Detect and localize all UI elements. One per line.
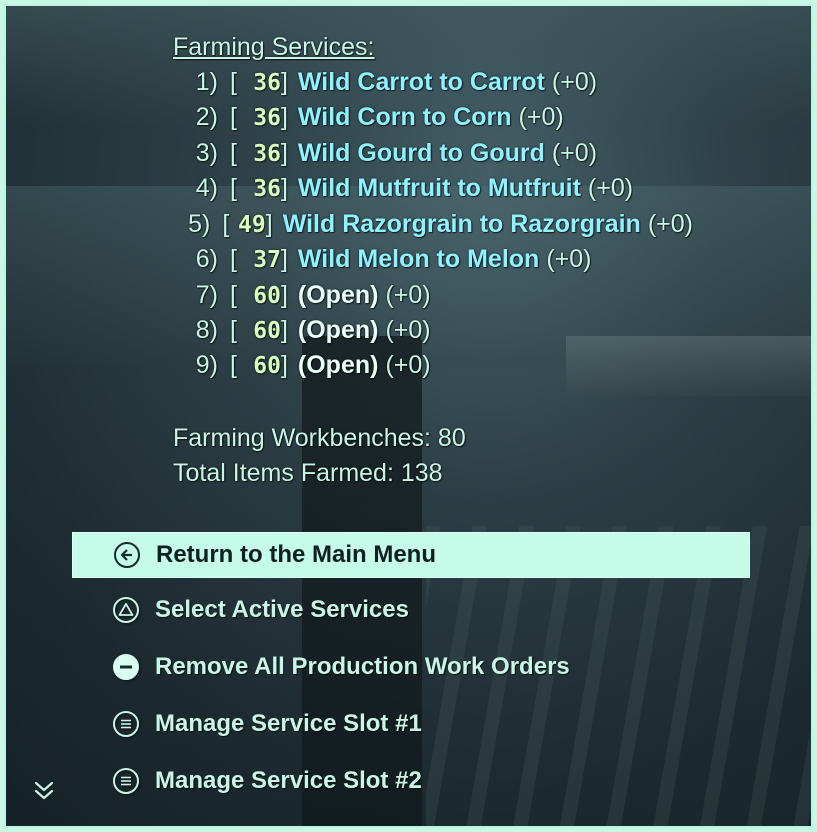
level-bracket-close: ]: [280, 139, 288, 167]
menu-item-label: Manage Service Slot #2: [155, 767, 422, 794]
list-icon: [113, 711, 139, 737]
service-open-slot: (Open): [297, 316, 379, 344]
select-active-services-button[interactable]: Select Active Services: [72, 588, 750, 634]
service-row: 2) [36] Wild Corn to Corn (+0): [173, 103, 693, 137]
service-row: 4) [36] Wild Mutfruit to Mutfruit (+0): [173, 174, 693, 208]
service-name: Wild Razorgrain to Razorgrain: [282, 210, 641, 238]
service-index: 3): [195, 139, 218, 167]
level-bracket-open: [: [230, 174, 237, 202]
level-bracket-open: [: [230, 139, 237, 167]
return-main-menu-button[interactable]: Return to the Main Menu: [72, 532, 750, 578]
manage-slot-1-button[interactable]: Manage Service Slot #1: [72, 702, 750, 748]
level-bracket-close: ]: [280, 68, 288, 96]
level-bracket-close: ]: [280, 245, 288, 273]
service-bonus: (+0): [551, 68, 598, 96]
dialog-frame: Farming Services: 1) [36] Wild Carrot to C…: [4, 4, 813, 828]
background-terminal: [302, 336, 422, 826]
service-level: 49: [238, 212, 266, 238]
level-bracket-open: [: [230, 316, 237, 344]
level-bracket-open: [: [230, 351, 237, 379]
level-bracket-open: [: [230, 103, 237, 131]
total-items-farmed: Total Items Farmed: 138: [173, 459, 443, 487]
level-bracket-close: ]: [265, 210, 273, 238]
service-index: 6): [195, 245, 218, 273]
service-bonus: (+0): [385, 316, 431, 344]
workbench-count: Farming Workbenches: 80: [173, 424, 466, 452]
service-level: 36: [253, 70, 281, 96]
service-level: 36: [253, 105, 281, 131]
service-bonus: (+0): [546, 245, 592, 273]
service-index: 9): [195, 351, 218, 379]
service-level: 60: [253, 353, 281, 379]
level-bracket-open: [: [222, 210, 230, 238]
service-index: 7): [195, 281, 218, 309]
service-bonus: (+0): [551, 139, 598, 167]
manage-slot-2-button[interactable]: Manage Service Slot #2: [72, 759, 750, 805]
service-bonus: (+0): [385, 351, 431, 379]
services-title: Farming Services:: [173, 33, 375, 61]
service-row: 7) [60] (Open) (+0): [173, 281, 693, 315]
service-open-slot: (Open): [297, 281, 379, 309]
service-bonus: (+0): [385, 281, 431, 309]
service-index: 2): [195, 103, 218, 131]
service-bonus: (+0): [587, 174, 634, 202]
service-name: Wild Corn to Corn: [297, 103, 512, 131]
service-name: Wild Carrot to Carrot: [297, 68, 545, 96]
level-bracket-close: ]: [280, 174, 288, 202]
service-bonus: (+0): [647, 210, 693, 238]
triangle-icon: [113, 597, 139, 623]
service-index: 8): [195, 316, 218, 344]
service-index: 4): [195, 174, 218, 202]
menu-item-label: Select Active Services: [155, 596, 409, 623]
service-level: 36: [253, 141, 281, 167]
minus-icon: [113, 654, 139, 680]
service-name: Wild Gourd to Gourd: [297, 139, 545, 167]
level-bracket-close: ]: [280, 351, 288, 379]
back-arrow-icon: [114, 542, 140, 568]
service-row: 6) [37] Wild Melon to Melon (+0): [173, 245, 693, 279]
service-index: 1): [195, 68, 218, 96]
service-row: 3) [36] Wild Gourd to Gourd (+0): [173, 139, 693, 173]
scroll-down-icon[interactable]: [33, 777, 55, 805]
menu-item-label: Return to the Main Menu: [156, 541, 436, 568]
service-row: 1) [36] Wild Carrot to Carrot (+0): [173, 68, 693, 102]
service-name: Wild Melon to Melon: [297, 245, 540, 273]
menu-item-label: Remove All Production Work Orders: [155, 653, 570, 680]
service-level: 60: [253, 318, 281, 344]
remove-work-orders-button[interactable]: Remove All Production Work Orders: [72, 645, 750, 691]
service-level: 37: [253, 247, 281, 273]
level-bracket-close: ]: [280, 103, 288, 131]
menu-item-label: Manage Service Slot #1: [155, 710, 422, 737]
service-bonus: (+0): [518, 103, 564, 131]
list-icon: [113, 768, 139, 794]
service-name: Wild Mutfruit to Mutfruit: [297, 174, 581, 202]
service-row: 9) [60] (Open) (+0): [173, 351, 693, 385]
service-level: 36: [253, 176, 281, 202]
level-bracket-close: ]: [280, 316, 288, 344]
service-index: 5): [188, 210, 211, 238]
service-level: 60: [253, 283, 281, 309]
service-row: 8) [60] (Open) (+0): [173, 316, 693, 350]
service-row: 5) [49] Wild Razorgrain to Razorgrain (+0): [173, 210, 693, 244]
level-bracket-open: [: [230, 245, 237, 273]
level-bracket-close: ]: [280, 281, 288, 309]
service-open-slot: (Open): [297, 351, 379, 379]
level-bracket-open: [: [230, 68, 237, 96]
level-bracket-open: [: [230, 281, 237, 309]
